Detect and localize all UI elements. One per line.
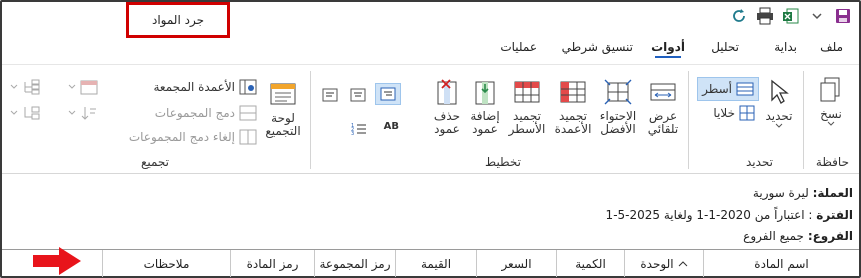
ribbon-tabs: ملف بداية تحليل أدوات تنسيق شرطي عمليات — [2, 38, 859, 62]
group-label-select: تحديد — [745, 155, 773, 169]
branches-value: جميع الفروع — [743, 229, 804, 243]
currency-line: العملة: ليرة سورية — [753, 186, 853, 200]
rows-button[interactable]: أسطر — [697, 77, 759, 101]
refresh-icon[interactable] — [729, 6, 749, 26]
fit-best-button[interactable]: الاحتواء الأفضل — [597, 77, 639, 136]
add-column-button[interactable]: إضافة عمود — [467, 77, 503, 136]
merge-icon — [239, 105, 257, 121]
autofit-icon — [648, 77, 678, 107]
column-header-item-code[interactable]: رمز المادة — [230, 250, 314, 277]
ribbon: نسخ حافظة تحديد أسطر خلايا تحديد عرض تلق… — [2, 64, 859, 174]
tab-start[interactable]: بداية — [774, 40, 797, 54]
branches-label: الفروع: — [807, 229, 853, 243]
column-header-item-name[interactable]: اسم المادة — [703, 250, 859, 277]
align-center-button[interactable] — [347, 85, 369, 105]
chevron-down-icon — [10, 84, 18, 89]
freeze-columns-icon — [558, 77, 588, 107]
calendar-icon — [80, 80, 98, 95]
excel-export-icon[interactable] — [781, 6, 801, 26]
column-header-group-code[interactable]: رمز المجموعة — [314, 250, 395, 277]
date-field-button[interactable] — [68, 79, 98, 95]
tree-view-button[interactable] — [10, 79, 40, 95]
align-right-icon — [380, 87, 396, 101]
period-label: الفترة — [816, 208, 853, 222]
autofit-button[interactable]: عرض تلقائي — [643, 77, 683, 136]
cells-button[interactable]: خلايا — [713, 105, 755, 121]
tab-analysis[interactable]: تحليل — [711, 40, 739, 54]
quick-access-toolbar — [729, 6, 853, 26]
save-icon[interactable] — [833, 6, 853, 26]
sort-icon — [81, 107, 96, 120]
select-button[interactable]: تحديد — [761, 77, 797, 129]
group-board-button[interactable]: لوحة التجميع — [263, 79, 303, 138]
group-label-clipboard: حافظة — [815, 155, 849, 169]
group-label-layout: تخطيط — [485, 155, 521, 169]
align-left-button[interactable] — [319, 85, 341, 105]
align-center-icon — [350, 88, 366, 102]
merge-groups-button[interactable]: دمج المجموعات — [155, 105, 257, 121]
copy-icon — [816, 75, 846, 105]
chevron-down-icon — [775, 123, 783, 128]
grouped-columns-button[interactable]: الأعمدة المجمعة — [153, 79, 257, 95]
currency-label: العملة: — [812, 186, 853, 200]
pointer-arrow-icon — [33, 247, 81, 275]
chevron-down-icon[interactable] — [807, 6, 827, 26]
rows-icon — [736, 82, 754, 96]
freeze-rows-icon — [512, 77, 542, 107]
freeze-rows-button[interactable]: تجميد الأسطر — [505, 77, 549, 136]
group-divider — [688, 71, 689, 169]
add-column-icon — [470, 77, 500, 107]
tab-conditional[interactable]: تنسيق شرطي — [562, 40, 633, 54]
svg-text:3: 3 — [351, 131, 354, 137]
unmerge-groups-button[interactable]: إلغاء دمج المجموعات — [129, 129, 257, 145]
column-header-quantity[interactable]: الكمية — [556, 250, 624, 277]
branches-line: الفروع: جميع الفروع — [743, 229, 853, 243]
print-icon[interactable] — [755, 6, 775, 26]
chevron-down-icon — [10, 110, 18, 115]
group-divider — [310, 71, 311, 169]
fit-best-icon — [603, 77, 633, 107]
column-header-bar: اسم المادة الوحدة الكمية السعر القيمة رم… — [2, 249, 859, 277]
column-header-value[interactable]: القيمة — [395, 250, 476, 277]
tree-icon — [24, 79, 40, 95]
list-icon: 123 — [351, 123, 366, 137]
group-label-grouping: تجميع — [140, 155, 169, 169]
copy-button[interactable]: نسخ — [811, 75, 851, 127]
period-line: الفترة : اعتباراً من 2020-1-1 ولغاية 202… — [606, 208, 853, 222]
column-header-notes[interactable]: ملاحظات — [102, 250, 230, 277]
delete-column-icon — [432, 77, 462, 107]
list-format-button[interactable]: 123 — [351, 121, 367, 137]
chevron-down-icon — [68, 84, 76, 89]
group-divider — [803, 71, 804, 169]
unmerge-icon — [239, 129, 257, 145]
cursor-icon — [764, 77, 794, 107]
chevron-down-icon — [827, 121, 835, 126]
outline-button[interactable] — [10, 105, 40, 121]
sort-ascending-icon — [678, 260, 687, 266]
cells-icon — [739, 105, 755, 121]
tab-file[interactable]: ملف — [820, 40, 843, 54]
period-value: : اعتباراً من 2020-1-1 ولغاية 2025-5-1 — [605, 208, 813, 222]
currency-value: ليرة سورية — [752, 186, 809, 200]
eye-columns-icon — [239, 79, 257, 95]
outline-icon — [24, 106, 40, 120]
text-direction-button[interactable]: AB — [384, 121, 399, 132]
freeze-columns-button[interactable]: تجميد الأعمدة — [551, 77, 595, 136]
window-title: جرد المواد — [126, 2, 230, 38]
column-header-price[interactable]: السعر — [476, 250, 556, 277]
delete-column-button[interactable]: حذف عمود — [429, 77, 465, 136]
align-left-icon — [322, 88, 338, 102]
sort-button[interactable] — [68, 105, 98, 121]
chevron-down-icon — [68, 110, 76, 115]
align-right-button[interactable] — [375, 83, 401, 105]
tab-tools[interactable]: أدوات — [651, 40, 685, 58]
tab-operations[interactable]: عمليات — [500, 40, 537, 54]
column-header-unit[interactable]: الوحدة — [624, 250, 703, 277]
group-board-icon — [268, 79, 298, 109]
